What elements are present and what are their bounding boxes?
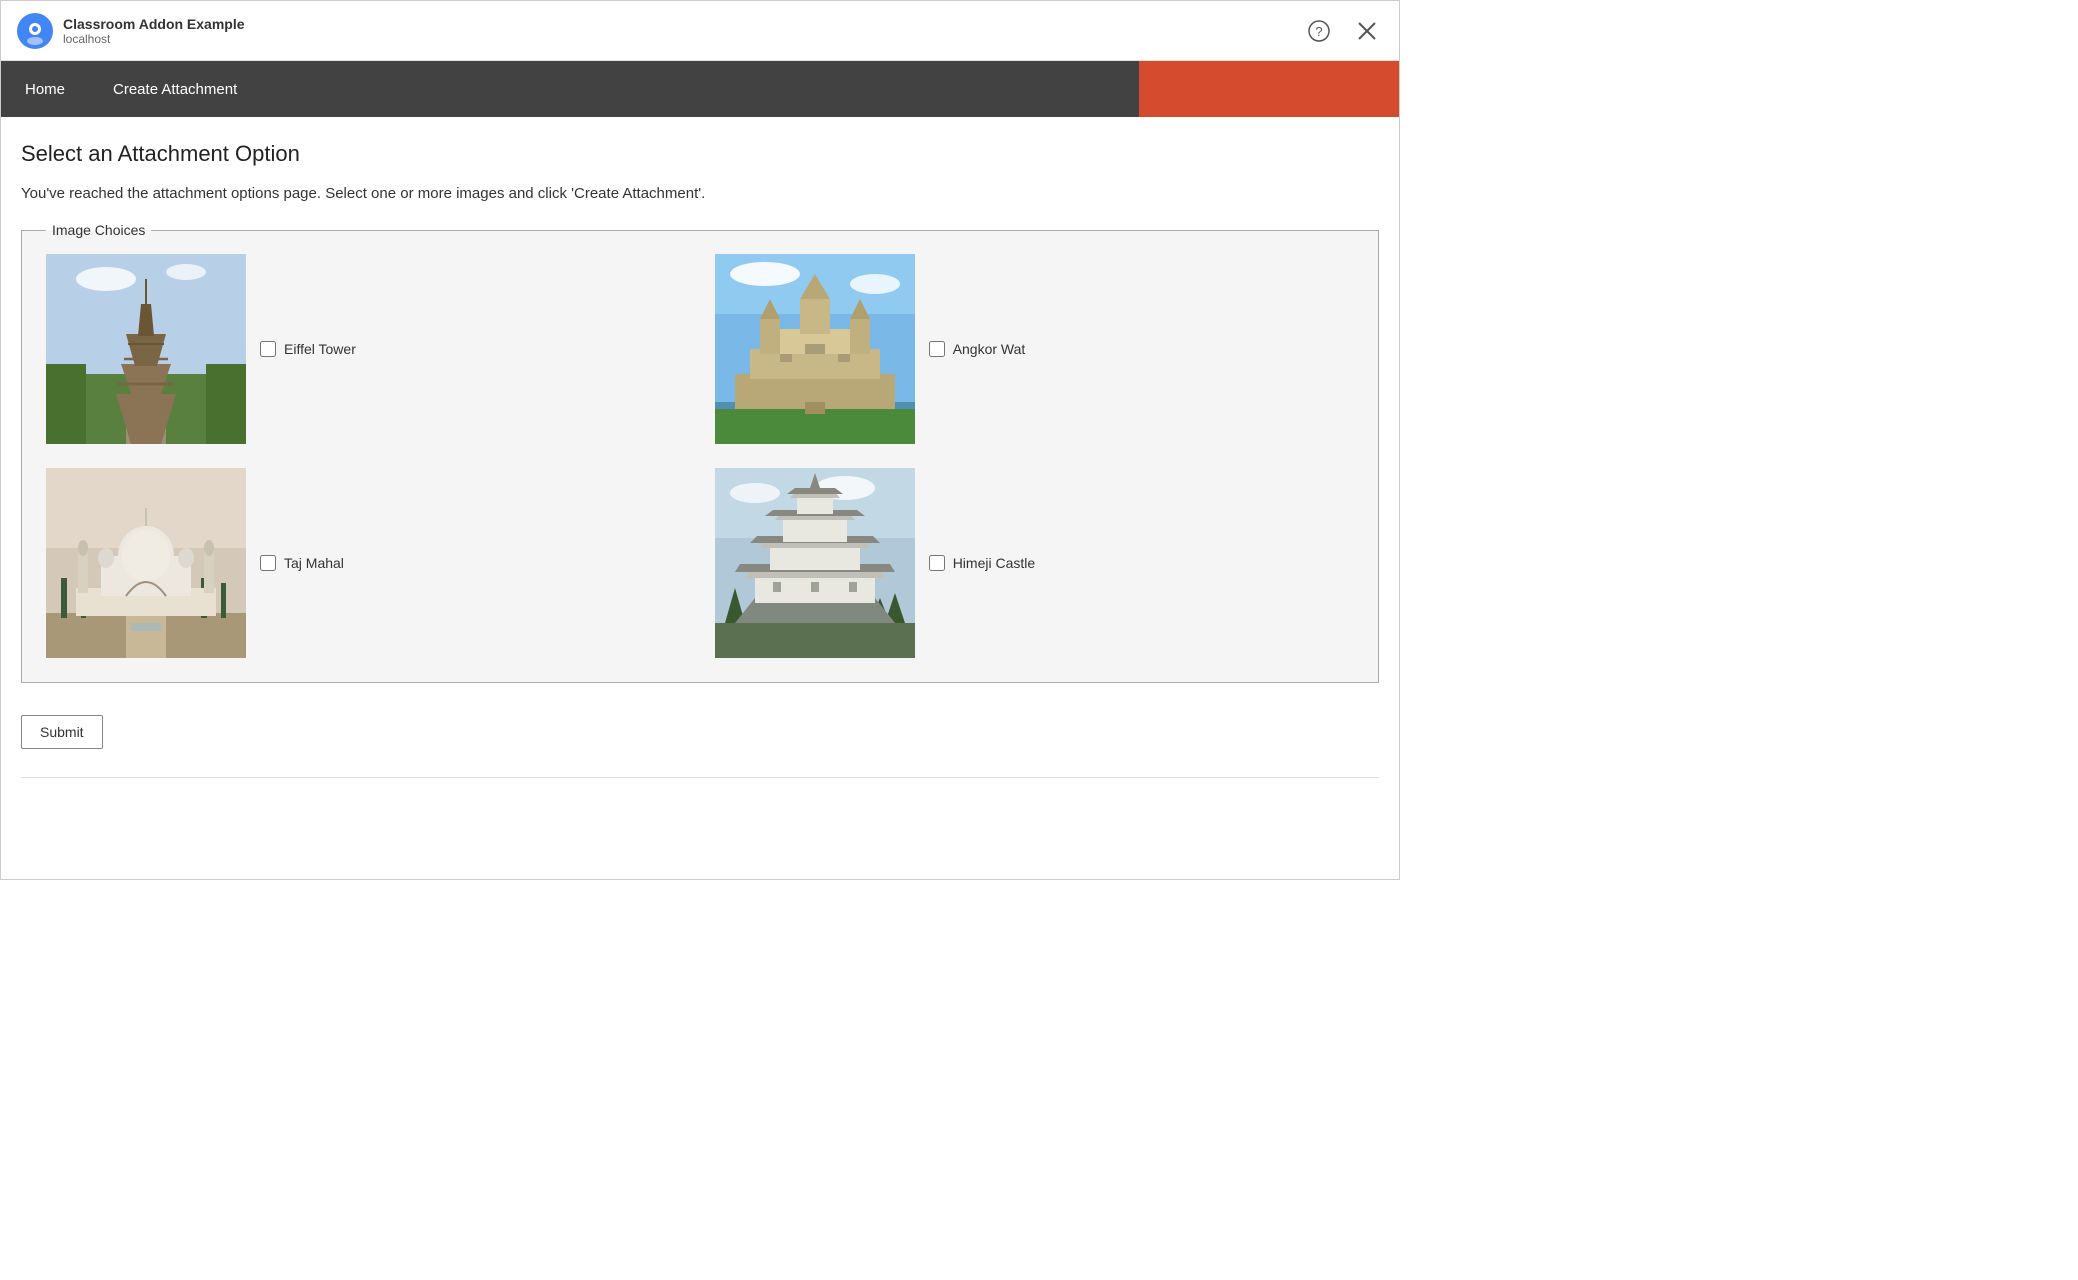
page-title: Select an Attachment Option (21, 141, 1379, 167)
app-icon (17, 13, 53, 49)
himeji-castle-checkbox[interactable] (929, 555, 945, 571)
eiffel-tower-checkbox[interactable] (260, 341, 276, 357)
eiffel-tower-image (46, 254, 246, 444)
angkor-wat-label[interactable]: Angkor Wat (929, 341, 1026, 357)
taj-mahal-label[interactable]: Taj Mahal (260, 555, 344, 571)
title-bar-left: Classroom Addon Example localhost (17, 13, 245, 49)
bottom-divider (21, 777, 1379, 778)
taj-mahal-checkbox[interactable] (260, 555, 276, 571)
app-title: Classroom Addon Example (63, 16, 245, 32)
main-content: Select an Attachment Option You've reach… (1, 117, 1399, 802)
title-bar-right: ? (1303, 15, 1383, 47)
angkor-wat-checkbox[interactable] (929, 341, 945, 357)
himeji-castle-image (715, 468, 915, 658)
app-subtitle: localhost (63, 32, 245, 46)
close-button[interactable] (1351, 15, 1383, 47)
taj-mahal-image (46, 468, 246, 658)
nav-bar: Home Create Attachment (1, 61, 1399, 117)
eiffel-tower-label[interactable]: Eiffel Tower (260, 341, 356, 357)
nav-create-attachment-label: Create Attachment (113, 81, 237, 98)
angkor-wat-text: Angkor Wat (953, 341, 1026, 357)
nav-item-create-attachment[interactable]: Create Attachment (89, 61, 261, 117)
close-icon (1358, 22, 1376, 40)
himeji-castle-label[interactable]: Himeji Castle (929, 555, 1035, 571)
svg-text:?: ? (1315, 24, 1322, 39)
image-option-angkor-wat: Angkor Wat (715, 254, 1354, 444)
image-option-taj-mahal: Taj Mahal (46, 468, 675, 658)
himeji-castle-text: Himeji Castle (953, 555, 1035, 571)
nav-action-button[interactable] (1139, 61, 1399, 117)
page-description: You've reached the attachment options pa… (21, 185, 1379, 202)
eiffel-tower-text: Eiffel Tower (284, 341, 356, 357)
image-option-eiffel-tower: Eiffel Tower (46, 254, 675, 444)
angkor-wat-image (715, 254, 915, 444)
image-choices-legend: Image Choices (46, 222, 151, 238)
title-bar: Classroom Addon Example localhost ? (1, 1, 1399, 61)
submit-button[interactable]: Submit (21, 715, 103, 749)
image-choices-fieldset: Image Choices (21, 222, 1379, 683)
help-icon: ? (1308, 20, 1330, 42)
taj-mahal-text: Taj Mahal (284, 555, 344, 571)
nav-item-home[interactable]: Home (1, 61, 89, 117)
title-info: Classroom Addon Example localhost (63, 16, 245, 46)
submit-area: Submit (21, 707, 1379, 765)
image-option-himeji-castle: Himeji Castle (715, 468, 1354, 658)
help-button[interactable]: ? (1303, 15, 1335, 47)
images-grid: Eiffel Tower (46, 254, 1354, 658)
